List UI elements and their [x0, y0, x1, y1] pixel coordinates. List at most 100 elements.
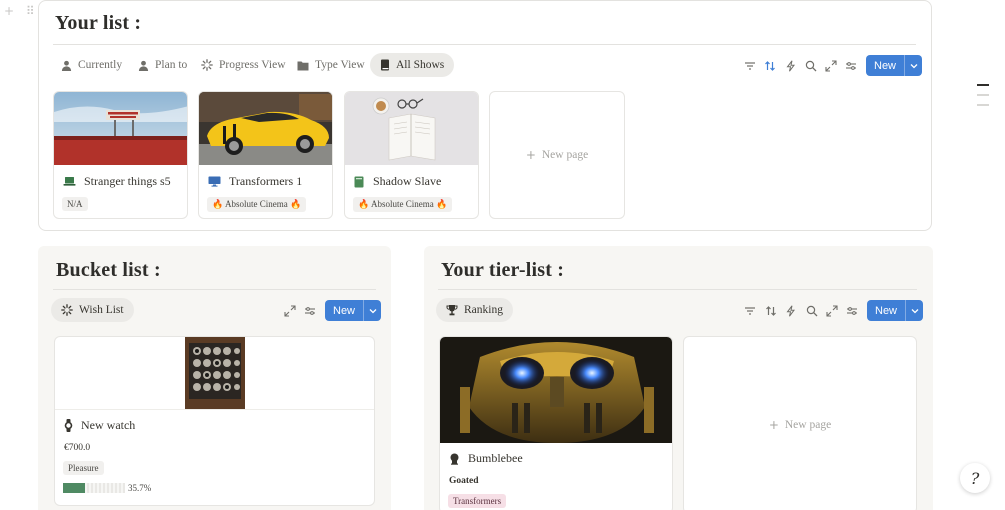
new-button-label: New	[333, 304, 356, 317]
book-icon	[381, 59, 389, 71]
progress-bar	[63, 483, 125, 493]
monitor-icon	[208, 176, 221, 187]
search-icon[interactable]	[805, 304, 819, 318]
table-of-contents-indicator[interactable]	[977, 84, 989, 114]
automation-bolt-icon[interactable]	[784, 59, 798, 73]
card-tag: 🔥 Absolute Cinema 🔥	[207, 197, 307, 212]
new-button-label: New	[875, 304, 898, 317]
tab-label: Plan to	[155, 59, 188, 71]
new-button-label: New	[874, 59, 897, 72]
section-title-your-list: Your list :	[55, 12, 142, 34]
laptop-icon	[63, 177, 76, 186]
trophy-icon	[446, 305, 458, 316]
new-page-card[interactable]: + New page	[683, 336, 917, 510]
gallery-card-transformers-1[interactable]: Transformers 1 🔥 Absolute Cinema 🔥	[198, 91, 333, 219]
franchise-tag: Transformers	[448, 494, 507, 508]
person-icon	[61, 60, 72, 71]
card-title: Stranger things s5	[63, 174, 171, 189]
tab-label: Progress View	[219, 59, 286, 71]
chevron-down-icon[interactable]	[363, 300, 381, 321]
title-divider	[438, 289, 917, 290]
new-page-card[interactable]: + New page	[489, 91, 625, 219]
card-title: Transformers 1	[208, 174, 302, 189]
cover-image	[199, 92, 332, 165]
automation-bolt-icon[interactable]	[784, 304, 798, 318]
card-title-text: Stranger things s5	[84, 174, 171, 188]
plus-icon: +	[525, 148, 536, 162]
rank-value: Goated	[449, 476, 479, 486]
loader-icon	[201, 59, 213, 71]
sort-icon[interactable]	[763, 59, 777, 73]
chevron-down-icon[interactable]	[905, 300, 923, 321]
card-title: Shadow Slave	[354, 174, 441, 189]
tab-type-view[interactable]: Type View	[287, 53, 375, 77]
new-page-label: New page	[784, 419, 832, 431]
filter-icon[interactable]	[743, 304, 757, 318]
toc-line	[977, 94, 989, 96]
tab-plan-to[interactable]: Plan to	[128, 53, 197, 77]
new-button[interactable]: New	[325, 300, 382, 321]
settings-sliders-icon[interactable]	[845, 304, 859, 318]
person-icon	[138, 60, 149, 71]
cover-image	[55, 337, 374, 410]
card-title: Bumblebee	[449, 451, 523, 466]
expand-icon[interactable]	[283, 304, 297, 318]
filter-icon[interactable]	[743, 59, 757, 73]
toc-line	[977, 104, 989, 106]
tab-label: Wish List	[79, 304, 124, 316]
title-divider	[53, 44, 916, 45]
progress-text: 35.7%	[128, 483, 152, 493]
block-drag-handle[interactable]: + ⠿	[4, 4, 39, 18]
help-button[interactable]: ?	[960, 463, 990, 493]
your-list-panel: Your list : Currently Plan to Progress V…	[38, 0, 932, 231]
gallery-card-stranger-things[interactable]: Stranger things s5 N/A	[53, 91, 188, 219]
cover-image	[54, 92, 187, 165]
cover-image	[345, 92, 478, 165]
chevron-down-icon[interactable]	[904, 55, 922, 76]
tab-progress-view[interactable]: Progress View	[191, 53, 296, 77]
progress-bar-fill	[63, 483, 86, 493]
new-button[interactable]: New	[866, 55, 923, 76]
loader-icon	[61, 304, 73, 316]
plus-icon: +	[768, 418, 779, 432]
expand-icon[interactable]	[825, 304, 839, 318]
cover-image	[440, 337, 672, 443]
tab-wish-list[interactable]: Wish List	[51, 298, 134, 322]
tab-label: Type View	[315, 59, 365, 71]
toc-line	[977, 84, 989, 86]
card-tag: N/A	[62, 197, 88, 211]
section-title-tier-list: Your tier-list :	[441, 259, 565, 281]
bucket-list-panel: Bucket list : Wish List New New watch €7…	[38, 246, 391, 510]
gallery-card-new-watch[interactable]: New watch €700.0 Pleasure 35.7%	[54, 336, 375, 506]
new-page-label: New page	[541, 149, 589, 161]
card-title-text: Bumblebee	[468, 451, 523, 465]
help-question-icon: ?	[970, 468, 980, 488]
title-divider	[53, 289, 376, 290]
book-green-icon	[354, 176, 364, 187]
sort-icon[interactable]	[764, 304, 778, 318]
gallery-card-shadow-slave[interactable]: Shadow Slave 🔥 Absolute Cinema 🔥	[344, 91, 479, 219]
tab-ranking[interactable]: Ranking	[436, 298, 513, 322]
tab-label: Ranking	[464, 304, 503, 316]
watch-icon	[64, 419, 73, 432]
card-tag: 🔥 Absolute Cinema 🔥	[353, 197, 453, 212]
robot-head-icon	[450, 453, 459, 465]
price-value: €700.0	[64, 443, 91, 453]
card-title: New watch	[64, 418, 135, 433]
gallery-card-bumblebee[interactable]: Bumblebee Goated Transformers	[439, 336, 673, 510]
tab-currently[interactable]: Currently	[51, 53, 132, 77]
new-button[interactable]: New	[867, 300, 924, 321]
section-title-bucket-list: Bucket list :	[56, 259, 161, 281]
tab-all-shows[interactable]: All Shows	[370, 53, 455, 77]
settings-sliders-icon[interactable]	[303, 304, 317, 318]
card-title-text: New watch	[81, 418, 136, 432]
folder-icon	[297, 61, 309, 70]
search-icon[interactable]	[804, 59, 818, 73]
tab-label: Currently	[78, 59, 123, 71]
tab-label: All Shows	[396, 59, 445, 71]
card-title-text: Transformers 1	[229, 174, 303, 188]
tier-list-panel: Your tier-list : Ranking New Bumblebee G…	[424, 246, 933, 510]
category-tag: Pleasure	[63, 461, 104, 475]
expand-icon[interactable]	[824, 59, 838, 73]
settings-sliders-icon[interactable]	[844, 59, 858, 73]
